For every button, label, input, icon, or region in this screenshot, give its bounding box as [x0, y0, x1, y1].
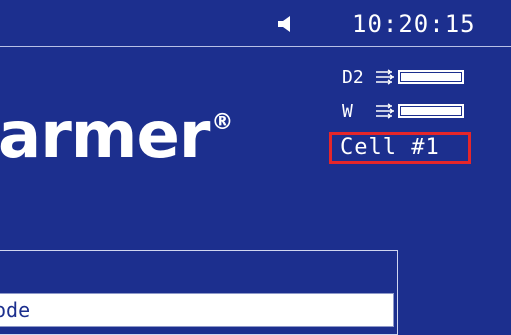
lamp-level-bar: [398, 70, 464, 84]
lamp-name: D2: [342, 66, 364, 88]
light-rays-icon: [376, 69, 394, 85]
brand-logo: armer®: [0, 104, 233, 168]
lamp-name: W: [342, 100, 353, 122]
cell-label: Cell #1: [329, 132, 471, 164]
lamp-status-d2: D2: [342, 66, 464, 88]
light-rays-icon: [376, 103, 394, 119]
mode-menu-item[interactable]: ode: [0, 293, 394, 327]
lamp-level-bar: [398, 104, 464, 118]
speaker-icon[interactable]: [276, 14, 294, 34]
logo-text: armer: [0, 99, 210, 173]
clock: 10:20:15: [352, 10, 476, 38]
registered-mark: ®: [211, 110, 233, 135]
lamp-status-w: W: [342, 100, 464, 122]
status-bar: 10:20:15: [0, 0, 511, 47]
